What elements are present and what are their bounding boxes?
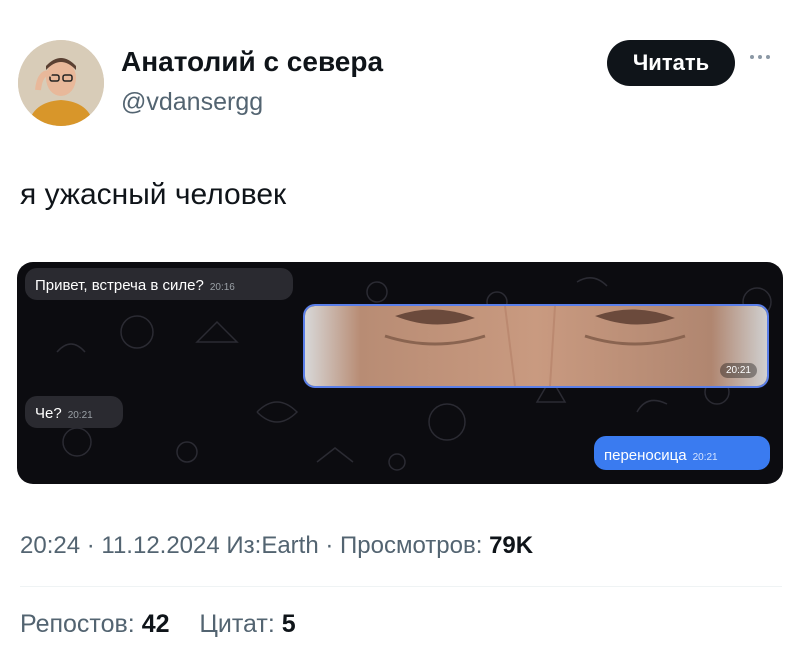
tweet-text: я ужасный человек bbox=[20, 178, 287, 211]
message-time: 20:16 bbox=[209, 282, 235, 293]
tweet-meta: 20:24 · 11.12.2024 Из:Earth · Просмотров… bbox=[20, 532, 534, 559]
reposts-label: Репостов: bbox=[20, 610, 135, 638]
message-text: Привет, встреча в силе? bbox=[35, 277, 204, 294]
tweet-date[interactable]: 11.12.2024 bbox=[101, 532, 219, 559]
message-text: переносица bbox=[604, 447, 687, 464]
follow-button[interactable]: Читать bbox=[607, 40, 735, 86]
message-time: 20:21 bbox=[692, 452, 718, 463]
tweet-source: Из:Earth bbox=[226, 532, 319, 559]
chat-message-incoming: Привет, встреча в силе? 20:16 bbox=[25, 268, 293, 300]
message-time: 20:21 bbox=[719, 363, 757, 378]
avatar-image bbox=[18, 40, 104, 126]
quotes-label: Цитат: bbox=[199, 610, 275, 638]
chat-photo-message[interactable]: 20:21 bbox=[303, 304, 769, 388]
tweet-media[interactable]: Привет, встреча в силе? 20:16 20:21 Че? … bbox=[17, 262, 783, 484]
views-count: 79K bbox=[489, 532, 534, 559]
chat-message-outgoing: переносица 20:21 bbox=[594, 436, 770, 470]
reposts-count: 42 bbox=[141, 610, 170, 638]
more-options-icon[interactable] bbox=[750, 52, 780, 62]
quotes-stat[interactable]: Цитат: 5 bbox=[199, 610, 295, 638]
message-time: 20:21 bbox=[67, 410, 93, 421]
display-name[interactable]: Анатолий с севера bbox=[121, 46, 383, 78]
chat-message-incoming: Че? 20:21 bbox=[25, 396, 123, 428]
views-label: Просмотров: bbox=[340, 532, 483, 559]
tweet-stats: Репостов: 42 Цитат: 5 bbox=[20, 610, 296, 639]
message-text: Че? bbox=[35, 405, 62, 422]
avatar[interactable] bbox=[18, 40, 104, 126]
divider bbox=[20, 586, 782, 587]
quotes-count: 5 bbox=[281, 610, 296, 638]
reposts-stat[interactable]: Репостов: 42 bbox=[20, 610, 176, 638]
tweet-time[interactable]: 20:24 bbox=[20, 532, 80, 559]
user-handle[interactable]: @vdansergg bbox=[121, 88, 263, 117]
eyes-photo bbox=[305, 306, 767, 386]
